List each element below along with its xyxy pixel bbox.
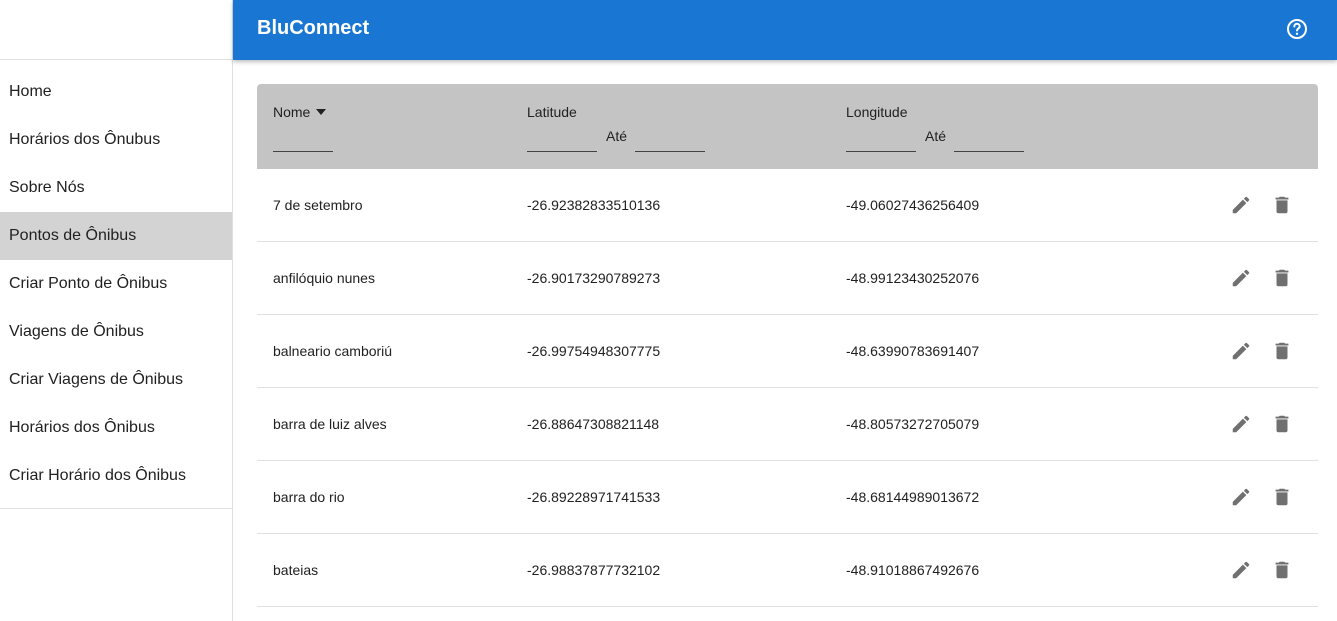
help-circle-icon	[1287, 19, 1307, 39]
sidebar-item-horarios-onibus[interactable]: Horários dos Ônibus	[0, 404, 232, 452]
table-header: Nome Latitude Até Longitude Até	[257, 84, 1318, 169]
cell-longitude: -48.99123430252076	[846, 270, 980, 286]
cell-name: 7 de setembro	[273, 197, 363, 213]
cell-longitude: -48.63990783691407	[846, 343, 980, 359]
trash-icon	[1275, 269, 1289, 287]
sidebar-item-home[interactable]: Home	[0, 68, 232, 116]
longitude-to-input[interactable]	[954, 128, 1025, 152]
delete-button[interactable]	[1271, 559, 1293, 581]
delete-button[interactable]	[1271, 267, 1293, 289]
pencil-icon	[1232, 196, 1250, 214]
pencil-icon	[1232, 561, 1250, 579]
edit-button[interactable]	[1230, 486, 1252, 508]
sidebar: Home Horários dos Ônubus Sobre Nós Ponto…	[0, 0, 233, 621]
sidebar-header	[0, 0, 232, 60]
cell-name: bateias	[273, 562, 319, 578]
delete-button[interactable]	[1271, 486, 1293, 508]
latitude-to-input[interactable]	[635, 128, 706, 152]
table-row: barra do rio -26.89228971741533 -48.6814…	[257, 461, 1318, 534]
column-name-sort[interactable]: Nome	[273, 104, 333, 120]
column-latitude: Latitude Até	[527, 104, 706, 152]
cell-longitude: -48.80573272705079	[846, 416, 980, 432]
cell-latitude: -26.88647308821148	[527, 416, 660, 432]
sidebar-item-criar-horario[interactable]: Criar Horário dos Ônibus	[0, 452, 232, 500]
edit-button[interactable]	[1230, 413, 1252, 435]
help-button[interactable]	[1285, 17, 1309, 41]
app-title: BluConnect	[257, 17, 370, 39]
app-bar: BluConnect	[233, 0, 1337, 60]
sidebar-item-sobre-nos[interactable]: Sobre Nós	[0, 164, 232, 212]
cell-latitude: -26.99754948307775	[527, 343, 661, 359]
cell-longitude: -48.68144989013672	[846, 489, 980, 505]
sidebar-item-criar-viagens[interactable]: Criar Viagens de Ônibus	[0, 356, 232, 404]
delete-button[interactable]	[1271, 194, 1293, 216]
sidebar-item-horarios-onubus[interactable]: Horários dos Ônubus	[0, 116, 232, 164]
pencil-icon	[1232, 415, 1250, 433]
cell-longitude: -49.06027436256409	[846, 197, 980, 213]
table-row: 7 de setembro -26.92382833510136 -49.060…	[257, 169, 1318, 242]
edit-button[interactable]	[1230, 559, 1252, 581]
longitude-range-label: Até	[925, 128, 947, 144]
pencil-icon	[1232, 269, 1250, 287]
column-name-label: Nome	[273, 104, 311, 120]
sidebar-item-viagens[interactable]: Viagens de Ônibus	[0, 308, 232, 356]
delete-button[interactable]	[1271, 340, 1293, 362]
cell-name: barra de luiz alves	[273, 416, 387, 432]
table-row: bateias -26.98837877732102 -48.910188674…	[257, 534, 1318, 607]
pencil-icon	[1232, 488, 1250, 506]
sort-down-icon	[316, 109, 327, 115]
trash-icon	[1275, 196, 1289, 214]
table-row: anfilóquio nunes -26.90173290789273 -48.…	[257, 242, 1318, 315]
main-content: Nome Latitude Até Longitude Até 7 de set…	[233, 60, 1337, 621]
column-name: Nome	[273, 104, 333, 152]
cell-longitude: -48.91018867492676	[846, 562, 980, 578]
cell-name: balneario camboriú	[273, 343, 393, 359]
table-row: barra de luiz alves -26.88647308821148 -…	[257, 388, 1318, 461]
trash-icon	[1275, 488, 1289, 506]
column-longitude-label: Longitude	[846, 104, 908, 120]
column-longitude: Longitude Até	[846, 104, 1025, 152]
edit-button[interactable]	[1230, 340, 1252, 362]
cell-latitude: -26.98837877732102	[527, 562, 661, 578]
sidebar-item-criar-ponto[interactable]: Criar Ponto de Ônibus	[0, 260, 232, 308]
latitude-from-input[interactable]	[527, 128, 597, 152]
table-row: balneario camboriú -26.99754948307775 -4…	[257, 315, 1318, 388]
cell-latitude: -26.92382833510136	[527, 197, 661, 213]
nav-list: Home Horários dos Ônubus Sobre Nós Ponto…	[0, 60, 232, 509]
sidebar-item-pontos-de-onibus[interactable]: Pontos de Ônibus	[0, 212, 232, 260]
cell-name: barra do rio	[273, 489, 345, 505]
delete-button[interactable]	[1271, 413, 1293, 435]
trash-icon	[1275, 415, 1289, 433]
trash-icon	[1275, 561, 1289, 579]
cell-name: anfilóquio nunes	[273, 270, 375, 286]
pencil-icon	[1232, 342, 1250, 360]
name-filter-input[interactable]	[273, 128, 333, 152]
cell-latitude: -26.89228971741533	[527, 489, 661, 505]
trash-icon	[1275, 342, 1289, 360]
edit-button[interactable]	[1230, 267, 1252, 289]
column-latitude-label: Latitude	[527, 104, 577, 120]
latitude-range-label: Até	[606, 128, 628, 144]
cell-latitude: -26.90173290789273	[527, 270, 661, 286]
longitude-from-input[interactable]	[846, 128, 916, 152]
edit-button[interactable]	[1230, 194, 1252, 216]
bus-stops-table: Nome Latitude Até Longitude Até 7 de set…	[257, 84, 1318, 607]
